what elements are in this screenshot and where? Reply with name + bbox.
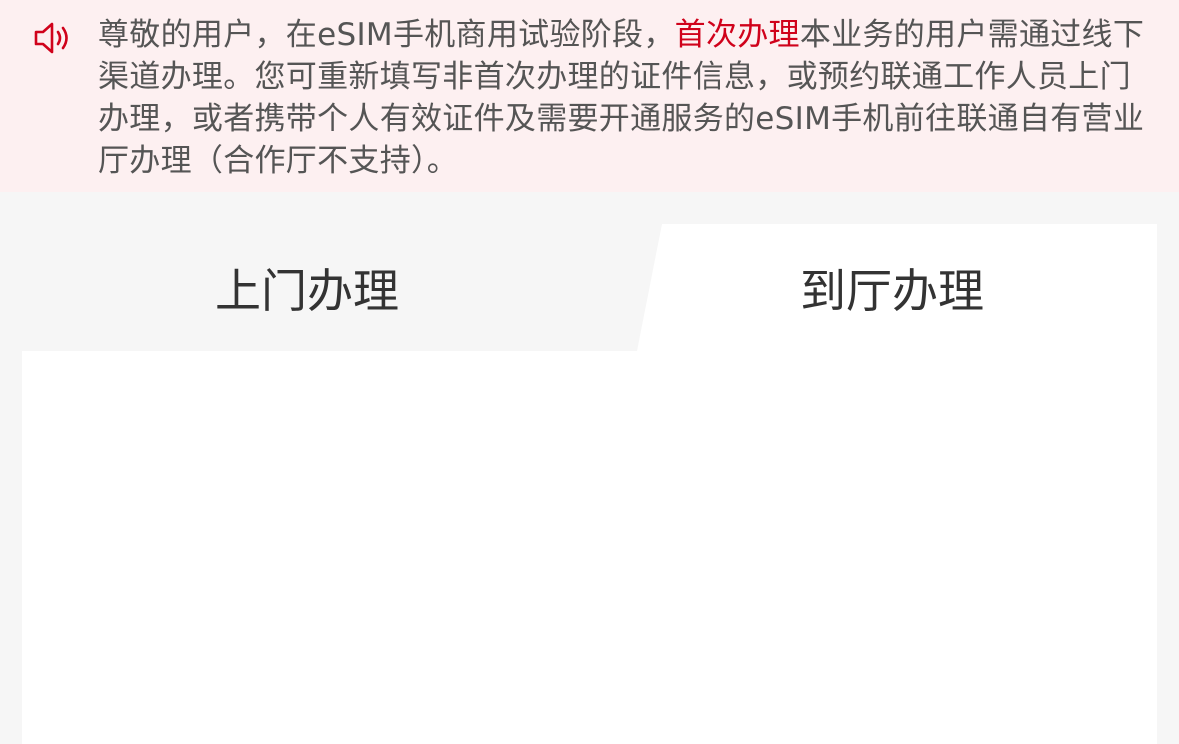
notice-highlight: 首次办理 [674, 17, 800, 53]
tab-store-service[interactable]: 到厅办理 [642, 224, 1142, 351]
tab-bar: 上门办理 到厅办理 [22, 224, 1157, 351]
notice-text: 尊敬的用户，在eSIM手机商用试验阶段，首次办理本业务的用户需通过线下渠道办理。… [98, 14, 1146, 182]
service-card: 上门办理 到厅办理 [22, 224, 1157, 744]
notice-text-start: 尊敬的用户，在eSIM手机商用试验阶段， [98, 17, 675, 53]
notice-banner: 尊敬的用户，在eSIM手机商用试验阶段，首次办理本业务的用户需通过线下渠道办理。… [0, 0, 1179, 192]
tab-store-service-label: 到厅办理 [800, 263, 984, 318]
speaker-icon [32, 20, 76, 56]
tab-home-service[interactable]: 上门办理 [22, 224, 592, 351]
tab-home-service-label: 上门办理 [215, 263, 399, 318]
